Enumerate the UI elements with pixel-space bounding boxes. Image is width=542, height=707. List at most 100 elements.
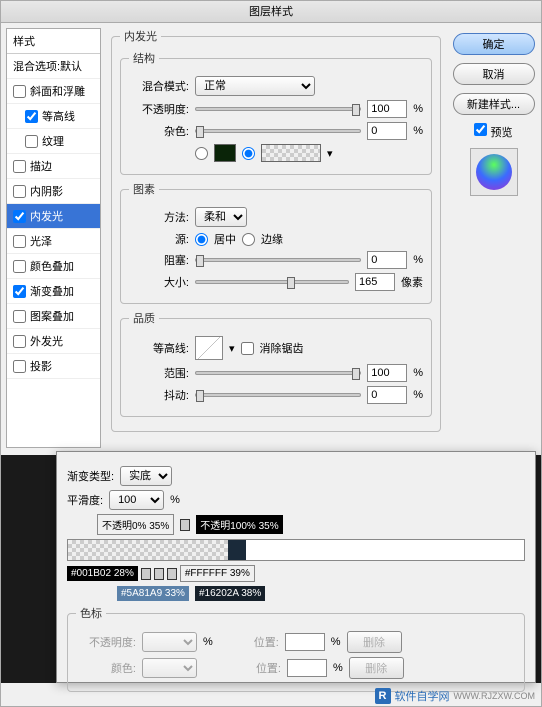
stop-position-label: 位置:	[221, 660, 281, 676]
bevel-checkbox[interactable]	[13, 85, 26, 98]
color-stop-marker[interactable]	[167, 568, 177, 580]
blend-mode-select[interactable]: 正常	[195, 76, 315, 96]
inner-shadow-checkbox[interactable]	[13, 185, 26, 198]
dropdown-icon[interactable]: ▾	[229, 342, 235, 355]
logo-icon: R	[375, 688, 391, 704]
dropdown-icon[interactable]: ▾	[327, 147, 333, 160]
source-edge-radio[interactable]	[242, 233, 255, 246]
antialias-checkbox[interactable]	[241, 342, 254, 355]
sidebar-item-gradient-overlay[interactable]: 渐变叠加	[7, 279, 100, 304]
technique-select[interactable]: 柔和	[195, 207, 247, 227]
preview-checkbox-label[interactable]: 预览	[474, 123, 512, 140]
color-radio[interactable]	[195, 147, 208, 160]
source-edge-label: 边缘	[261, 231, 283, 247]
jitter-label: 抖动:	[129, 387, 189, 403]
sidebar-item-color-overlay[interactable]: 颜色叠加	[7, 254, 100, 279]
opacity-stop-marker[interactable]	[180, 519, 190, 531]
brand-text: 软件自学网	[395, 688, 450, 704]
sidebar-label: 内发光	[30, 208, 63, 224]
sidebar-label: 投影	[30, 358, 52, 374]
antialias-label: 消除锯齿	[260, 340, 304, 356]
gradient-bar[interactable]	[67, 539, 525, 561]
noise-label: 杂色:	[129, 123, 189, 139]
delete-color-stop-button: 删除	[349, 657, 404, 679]
gradient-type-select[interactable]: 实底	[120, 466, 172, 486]
outer-glow-checkbox[interactable]	[13, 335, 26, 348]
color-stop-marker[interactable]	[154, 568, 164, 580]
inner-glow-checkbox[interactable]	[13, 210, 26, 223]
source-center-radio[interactable]	[195, 233, 208, 246]
sidebar-item-bevel[interactable]: 斜面和浮雕	[7, 79, 100, 104]
source-label: 源:	[129, 231, 189, 247]
color-stop-tag-3: #5A81A9 33%	[117, 586, 189, 601]
choke-input[interactable]	[367, 251, 407, 269]
opacity-stop-right-tag: 不透明100% 35%	[196, 515, 282, 534]
sidebar-item-outer-glow[interactable]: 外发光	[7, 329, 100, 354]
range-slider[interactable]	[195, 371, 361, 375]
jitter-slider[interactable]	[195, 393, 361, 397]
sidebar-item-pattern-overlay[interactable]: 图案叠加	[7, 304, 100, 329]
texture-checkbox[interactable]	[25, 135, 38, 148]
preview-checkbox[interactable]	[474, 123, 487, 136]
smoothness-label: 平滑度:	[67, 492, 103, 508]
sidebar-item-contour[interactable]: 等高线	[7, 104, 100, 129]
range-input[interactable]	[367, 364, 407, 382]
sidebar-item-drop-shadow[interactable]: 投影	[7, 354, 100, 379]
stroke-checkbox[interactable]	[13, 160, 26, 173]
color-stop-marker[interactable]	[141, 568, 151, 580]
sidebar-blend-options[interactable]: 混合选项:默认	[7, 54, 100, 79]
satin-checkbox[interactable]	[13, 235, 26, 248]
noise-input[interactable]	[367, 122, 407, 140]
stop-opacity-select	[142, 632, 197, 652]
preview-label: 预览	[491, 127, 513, 139]
sidebar-item-inner-glow[interactable]: 内发光	[7, 204, 100, 229]
contour-checkbox[interactable]	[25, 110, 38, 123]
sidebar-label: 图案叠加	[30, 308, 74, 324]
color-overlay-checkbox[interactable]	[13, 260, 26, 273]
range-label: 范围:	[129, 365, 189, 381]
sidebar-item-satin[interactable]: 光泽	[7, 229, 100, 254]
noise-slider[interactable]	[195, 129, 361, 133]
stop-color-label: 颜色:	[76, 660, 136, 676]
sidebar-label: 外发光	[30, 333, 63, 349]
gradient-editor: 渐变类型: 实底 平滑度: 100 % 不透明0% 35% 不透明100% 35…	[56, 451, 536, 683]
size-input[interactable]	[355, 273, 395, 291]
color-swatch[interactable]	[214, 144, 236, 162]
size-label: 大小:	[129, 274, 189, 290]
structure-group: 结构 混合模式: 正常 不透明度: % 杂色:	[120, 50, 432, 175]
percent-label: %	[413, 103, 423, 115]
sidebar-item-texture[interactable]: 纹理	[7, 129, 100, 154]
structure-legend: 结构	[129, 50, 159, 66]
jitter-input[interactable]	[367, 386, 407, 404]
gradient-overlay-checkbox[interactable]	[13, 285, 26, 298]
contour-picker[interactable]	[195, 336, 223, 360]
choke-slider[interactable]	[195, 258, 361, 262]
percent-label: %	[170, 494, 180, 506]
stops-legend: 色标	[76, 605, 106, 621]
opacity-slider[interactable]	[195, 107, 361, 111]
technique-label: 方法:	[129, 209, 189, 225]
choke-label: 阻塞:	[129, 252, 189, 268]
color-stop-tag-1: #001B02 28%	[67, 566, 138, 581]
brand-url: WWW.RJZXW.COM	[454, 691, 535, 701]
new-style-button[interactable]: 新建样式...	[453, 93, 535, 115]
size-slider[interactable]	[195, 280, 349, 284]
sidebar-item-inner-shadow[interactable]: 内阴影	[7, 179, 100, 204]
gradient-radio[interactable]	[242, 147, 255, 160]
cancel-button[interactable]: 取消	[453, 63, 535, 85]
percent-label: %	[413, 254, 423, 266]
blend-mode-label: 混合模式:	[129, 78, 189, 94]
drop-shadow-checkbox[interactable]	[13, 360, 26, 373]
pattern-overlay-checkbox[interactable]	[13, 310, 26, 323]
gradient-preview[interactable]	[261, 144, 321, 162]
sidebar-label: 内阴影	[30, 183, 63, 199]
ok-button[interactable]: 确定	[453, 33, 535, 55]
sidebar-label: 光泽	[30, 233, 52, 249]
elements-group: 图素 方法: 柔和 源: 居中 边缘 阻塞:	[120, 181, 432, 304]
percent-label: %	[413, 125, 423, 137]
stop-opacity-label: 不透明度:	[76, 634, 136, 650]
sidebar-item-stroke[interactable]: 描边	[7, 154, 100, 179]
opacity-input[interactable]	[367, 100, 407, 118]
smoothness-select[interactable]: 100	[109, 490, 164, 510]
elements-legend: 图素	[129, 181, 159, 197]
